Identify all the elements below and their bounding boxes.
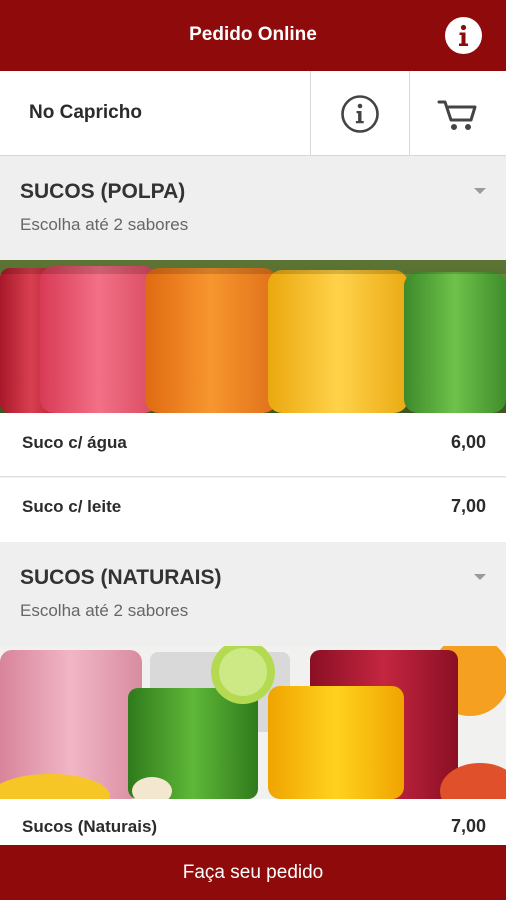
juice-glasses-image [0, 646, 506, 799]
menu-item[interactable]: Sucos (Naturais) 7,00 [0, 799, 506, 845]
category-header-naturais[interactable]: SUCOS (NATURAIS) Escolha até 2 sabores [0, 543, 506, 646]
category-title: SUCOS (NATURAIS) [20, 566, 222, 589]
item-price: 7,00 [450, 496, 486, 516]
item-name: Suco c/ leite [22, 497, 122, 516]
cart-icon [437, 100, 477, 130]
app-title: Pedido Online [189, 24, 317, 45]
info-circle-icon [341, 94, 379, 133]
info-icon [459, 24, 468, 46]
category-subtitle: Escolha até 2 sabores [20, 215, 189, 234]
category-subtitle: Escolha até 2 sabores [20, 601, 189, 620]
item-price: 7,00 [450, 816, 486, 836]
category-title: SUCOS (POLPA) [20, 180, 186, 203]
triangle-down-icon[interactable] [474, 574, 486, 580]
category-header-polpa[interactable]: SUCOS (POLPA) Escolha até 2 sabores [0, 157, 506, 260]
item-name: Suco c/ água [22, 433, 127, 452]
item-price: 6,00 [450, 432, 486, 452]
menu-item[interactable]: Suco c/ leite 7,00 [0, 478, 506, 542]
store-name: No Capricho [29, 102, 142, 123]
store-bar: No Capricho [0, 71, 506, 156]
cart-button[interactable] [409, 71, 506, 156]
app-header: Pedido Online [0, 0, 506, 71]
category-banner-naturais [0, 646, 506, 799]
item-name: Sucos (Naturais) [22, 817, 158, 836]
info-button[interactable] [445, 17, 482, 54]
menu-item[interactable]: Suco c/ água 6,00 [0, 413, 506, 477]
place-order-button[interactable]: Faça seu pedido [0, 845, 506, 900]
triangle-down-icon[interactable] [474, 188, 486, 194]
category-banner-polpa [0, 260, 506, 413]
store-info-button[interactable] [310, 71, 409, 156]
place-order-label: Faça seu pedido [182, 861, 324, 883]
juice-glasses-image [0, 260, 506, 413]
